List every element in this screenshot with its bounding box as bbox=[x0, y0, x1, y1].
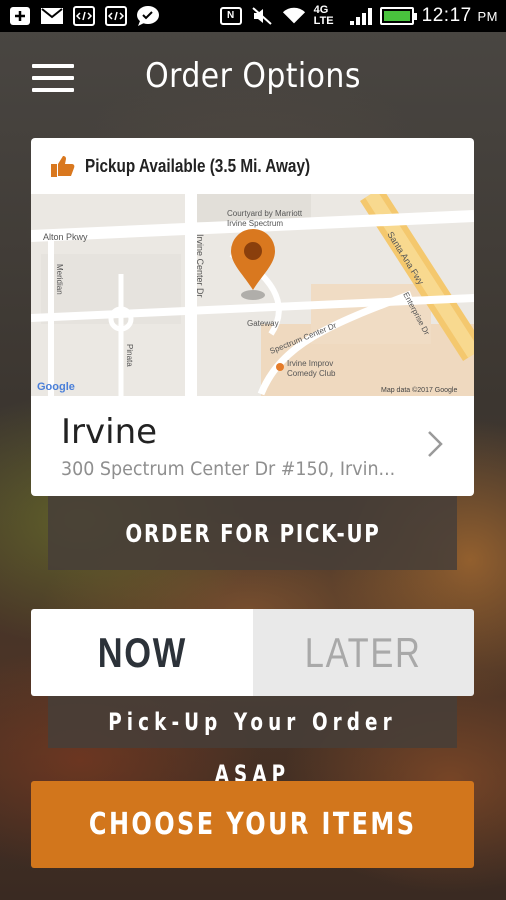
toggle-later[interactable]: LATER bbox=[253, 609, 474, 696]
lte-icon: 4G LTE bbox=[313, 4, 334, 27]
signal-icon bbox=[349, 7, 372, 25]
map-label: Alton Pkwy bbox=[43, 232, 88, 242]
map-label: Gateway bbox=[247, 319, 279, 328]
mute-icon bbox=[250, 6, 274, 26]
map-attribution: Map data ©2017 Google bbox=[381, 386, 457, 394]
code-icon bbox=[72, 6, 96, 26]
thumbs-up-icon bbox=[51, 155, 75, 177]
code-icon bbox=[104, 6, 128, 26]
order-type-label: ORDER FOR PICK-UP bbox=[124, 519, 381, 548]
store-address: 300 Spectrum Center Dr #150, Irvin... bbox=[61, 458, 396, 480]
availability-text: Pickup Available (3.5 Mi. Away) bbox=[85, 155, 311, 176]
map-label: Irvine Center Dr bbox=[195, 234, 205, 298]
toggle-now[interactable]: NOW bbox=[31, 609, 253, 696]
google-logo: Google bbox=[37, 381, 75, 393]
map-label: Meridian bbox=[55, 264, 64, 295]
map-label: Irvine Spectrum bbox=[227, 219, 283, 228]
location-card: Pickup Available (3.5 Mi. Away) Alton Pk… bbox=[31, 138, 474, 496]
order-type-button[interactable]: ORDER FOR PICK-UP bbox=[48, 496, 457, 570]
store-name: Irvine bbox=[61, 412, 158, 452]
store-map[interactable]: Alton Pkwy Meridian Irvine Center Dr Cou… bbox=[31, 194, 474, 396]
page-title: Order Options bbox=[145, 56, 361, 96]
add-icon bbox=[8, 6, 32, 26]
nfc-icon: N bbox=[219, 7, 242, 25]
map-label: Pinata bbox=[125, 344, 134, 367]
map-label: Comedy Club bbox=[287, 369, 336, 378]
chat-icon bbox=[136, 6, 160, 26]
gmail-icon bbox=[40, 6, 64, 26]
map-label: Courtyard by Marriott bbox=[227, 209, 303, 218]
wifi-icon bbox=[282, 6, 306, 26]
choose-items-button[interactable]: CHOOSE YOUR ITEMS bbox=[31, 781, 474, 868]
time-toggle: NOW LATER bbox=[31, 609, 474, 696]
status-bar: N 4G LTE 12:17 PM bbox=[0, 0, 506, 32]
app-header: Order Options bbox=[0, 32, 506, 124]
battery-icon bbox=[379, 7, 417, 25]
availability-row: Pickup Available (3.5 Mi. Away) bbox=[31, 138, 474, 194]
time-caption: Pick-Up Your Order ASAP bbox=[48, 696, 457, 788]
map-label: Irvine Improv bbox=[287, 359, 333, 368]
store-select-row[interactable]: Irvine 300 Spectrum Center Dr #150, Irvi… bbox=[31, 396, 474, 496]
clock: 12:17 PM bbox=[421, 5, 498, 26]
chevron-right-icon bbox=[424, 428, 446, 460]
